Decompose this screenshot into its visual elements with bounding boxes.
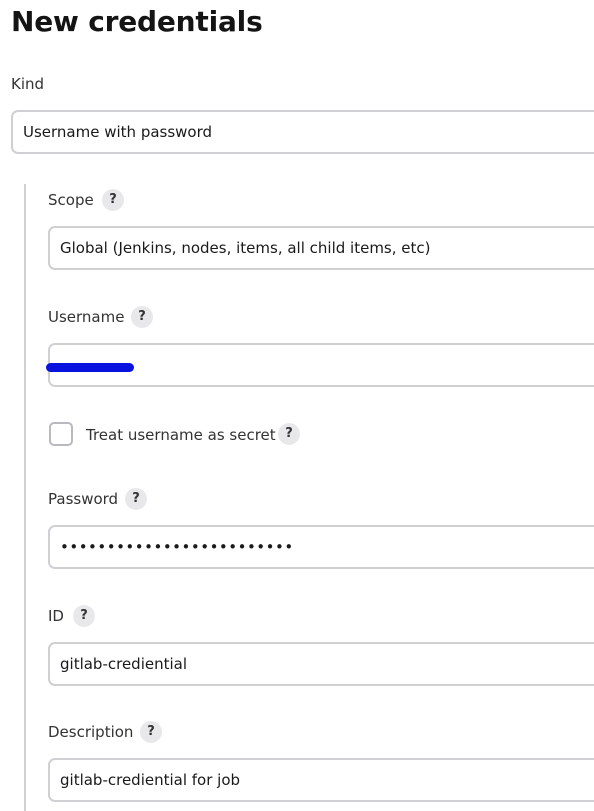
password-label: Password (48, 490, 119, 508)
id-input-value: gitlab-crediential (60, 655, 188, 673)
username-help-icon[interactable]: ? (131, 306, 153, 328)
kind-select-value: Username with password (23, 123, 213, 141)
scope-select[interactable]: Global (Jenkins, nodes, items, all child… (48, 226, 594, 270)
page-title: New credentials (11, 5, 263, 38)
treat-username-secret-label: Treat username as secret (86, 426, 276, 444)
nested-section-bar (24, 184, 26, 811)
description-input-value: gitlab-crediential for job (60, 771, 241, 789)
scope-help-icon[interactable]: ? (102, 189, 124, 211)
scope-select-value: Global (Jenkins, nodes, items, all child… (60, 239, 431, 257)
redaction-mark (46, 363, 134, 372)
new-credentials-page: New credentials Kind Username with passw… (0, 0, 594, 811)
id-label: ID (48, 607, 64, 625)
id-help-icon[interactable]: ? (73, 605, 95, 627)
id-input[interactable]: gitlab-crediential (48, 642, 594, 686)
description-input[interactable]: gitlab-crediential for job (48, 758, 594, 802)
password-input-value: ••••••••••••••••••••••••• (60, 538, 294, 556)
password-input[interactable]: ••••••••••••••••••••••••• (48, 525, 594, 569)
treat-secret-help-icon[interactable]: ? (278, 423, 300, 445)
kind-label: Kind (11, 75, 45, 93)
description-label: Description (48, 723, 134, 741)
treat-username-secret-checkbox[interactable] (49, 422, 73, 446)
scope-label: Scope (48, 191, 94, 209)
password-help-icon[interactable]: ? (125, 488, 147, 510)
kind-select[interactable]: Username with password (11, 110, 594, 154)
description-help-icon[interactable]: ? (140, 721, 162, 743)
username-label: Username (48, 308, 125, 326)
